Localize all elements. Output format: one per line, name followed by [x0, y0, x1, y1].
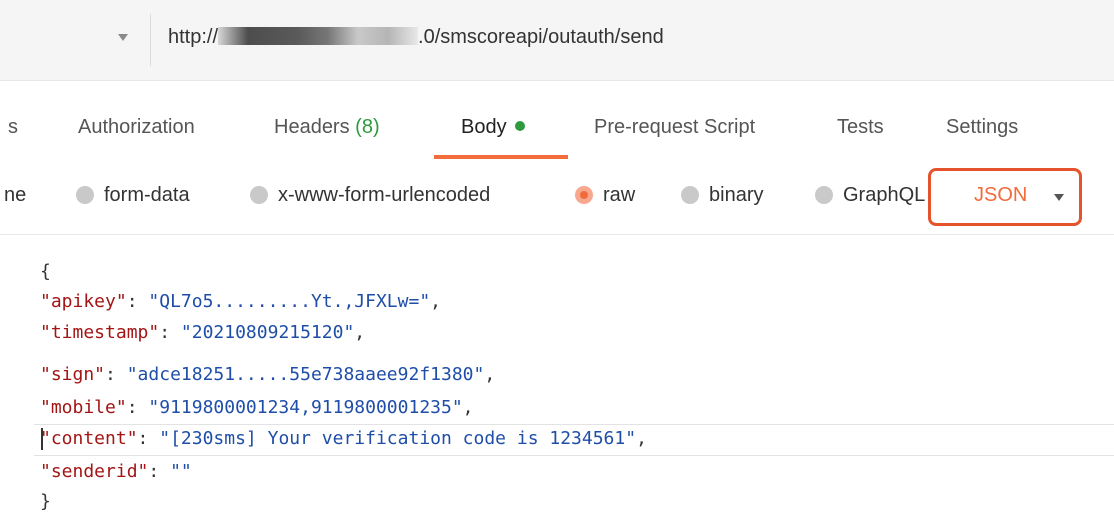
chevron-down-icon[interactable]	[1054, 194, 1064, 201]
tab-headers-label: Headers	[274, 116, 350, 138]
radio-icon	[681, 186, 699, 204]
json-close-brace: }	[40, 491, 51, 512]
body-type-none[interactable]: ne	[4, 184, 26, 207]
tab-body[interactable]: Body	[461, 116, 525, 139]
binary-label: binary	[709, 184, 764, 206]
tab-settings[interactable]: Settings	[946, 116, 1018, 139]
method-dropdown[interactable]	[14, 14, 151, 66]
json-line-apikey: "apikey": "QL7o5.........Yt.,JFXLw=",	[40, 291, 441, 312]
url-prefix: http://	[168, 26, 219, 48]
radio-icon	[250, 186, 268, 204]
body-type-form-data[interactable]: form-data	[76, 184, 190, 207]
graphql-label: GraphQL	[843, 184, 926, 206]
tab-headers[interactable]: Headers (8)	[274, 116, 380, 139]
body-type-urlencoded[interactable]: x-www-form-urlencoded	[250, 184, 490, 207]
chevron-down-icon	[118, 34, 128, 41]
url-path: .0/smscoreapi/outauth/send	[418, 26, 664, 48]
redacted-host	[218, 27, 419, 45]
form-data-label: form-data	[104, 184, 190, 206]
urlencoded-label: x-www-form-urlencoded	[278, 184, 491, 206]
json-line-senderid: "senderid": ""	[40, 461, 192, 482]
json-line-timestamp: "timestamp": "20210809215120",	[40, 322, 366, 343]
tab-params[interactable]: s	[8, 116, 18, 139]
request-url-bar: http:// .0/smscoreapi/outauth/send	[0, 0, 1114, 81]
json-open-brace: {	[40, 261, 51, 282]
request-tabs: s Authorization Headers (8) Body Pre-req…	[0, 96, 1114, 160]
radio-selected-icon	[575, 186, 593, 204]
json-line-sign: "sign": "adce18251.....55e738aaee92f1380…	[40, 364, 496, 385]
radio-icon	[815, 186, 833, 204]
json-line-mobile: "mobile": "9119800001234,9119800001235",	[40, 397, 474, 418]
tab-body-label: Body	[461, 116, 507, 138]
body-type-binary[interactable]: binary	[681, 184, 763, 207]
format-dropdown[interactable]: JSON	[974, 184, 1027, 207]
body-active-dot-icon	[514, 121, 525, 131]
tab-authorization[interactable]: Authorization	[78, 116, 195, 139]
active-tab-underline	[434, 155, 568, 159]
tab-tests[interactable]: Tests	[837, 116, 884, 139]
headers-count: (8)	[355, 116, 380, 138]
tab-pre-request-script[interactable]: Pre-request Script	[594, 116, 755, 139]
body-type-graphql[interactable]: GraphQL	[815, 184, 925, 207]
radio-icon	[76, 186, 94, 204]
url-input[interactable]: http:// .0/smscoreapi/outauth/send	[168, 26, 664, 49]
body-type-raw[interactable]: raw	[575, 184, 635, 207]
raw-label: raw	[603, 184, 636, 206]
json-line-content: "content": "[230sms] Your verification c…	[40, 428, 647, 449]
